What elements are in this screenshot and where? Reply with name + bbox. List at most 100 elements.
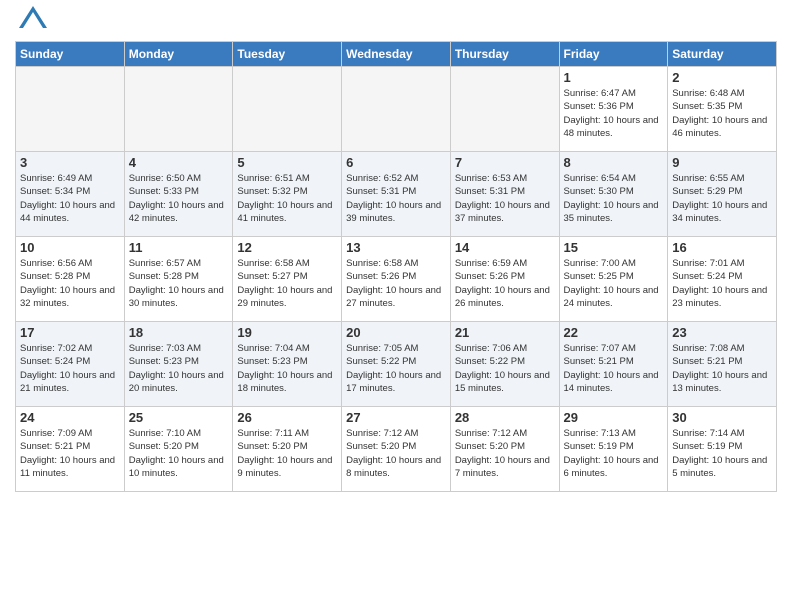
day-cell: 20 Sunrise: 7:05 AMSunset: 5:22 PMDaylig…: [342, 322, 451, 407]
day-number: 1: [564, 70, 664, 85]
day-detail: Sunrise: 7:12 AMSunset: 5:20 PMDaylight:…: [346, 427, 446, 480]
day-cell: 2 Sunrise: 6:48 AMSunset: 5:35 PMDayligh…: [668, 67, 777, 152]
day-number: 23: [672, 325, 772, 340]
day-cell: 29 Sunrise: 7:13 AMSunset: 5:19 PMDaylig…: [559, 407, 668, 492]
day-cell: 13 Sunrise: 6:58 AMSunset: 5:26 PMDaylig…: [342, 237, 451, 322]
day-detail: Sunrise: 6:51 AMSunset: 5:32 PMDaylight:…: [237, 172, 337, 225]
day-cell: 24 Sunrise: 7:09 AMSunset: 5:21 PMDaylig…: [16, 407, 125, 492]
day-cell: 26 Sunrise: 7:11 AMSunset: 5:20 PMDaylig…: [233, 407, 342, 492]
day-detail: Sunrise: 6:47 AMSunset: 5:36 PMDaylight:…: [564, 87, 664, 140]
day-number: 25: [129, 410, 229, 425]
day-number: 11: [129, 240, 229, 255]
day-number: 8: [564, 155, 664, 170]
day-number: 20: [346, 325, 446, 340]
day-cell: [124, 67, 233, 152]
day-detail: Sunrise: 6:50 AMSunset: 5:33 PMDaylight:…: [129, 172, 229, 225]
day-cell: 4 Sunrise: 6:50 AMSunset: 5:33 PMDayligh…: [124, 152, 233, 237]
day-cell: 27 Sunrise: 7:12 AMSunset: 5:20 PMDaylig…: [342, 407, 451, 492]
day-detail: Sunrise: 6:49 AMSunset: 5:34 PMDaylight:…: [20, 172, 120, 225]
day-cell: 22 Sunrise: 7:07 AMSunset: 5:21 PMDaylig…: [559, 322, 668, 407]
day-number: 6: [346, 155, 446, 170]
day-cell: 18 Sunrise: 7:03 AMSunset: 5:23 PMDaylig…: [124, 322, 233, 407]
day-cell: 15 Sunrise: 7:00 AMSunset: 5:25 PMDaylig…: [559, 237, 668, 322]
day-detail: Sunrise: 7:06 AMSunset: 5:22 PMDaylight:…: [455, 342, 555, 395]
day-detail: Sunrise: 7:14 AMSunset: 5:19 PMDaylight:…: [672, 427, 772, 480]
day-detail: Sunrise: 6:58 AMSunset: 5:26 PMDaylight:…: [346, 257, 446, 310]
day-cell: 21 Sunrise: 7:06 AMSunset: 5:22 PMDaylig…: [450, 322, 559, 407]
day-number: 7: [455, 155, 555, 170]
week-row-2: 3 Sunrise: 6:49 AMSunset: 5:34 PMDayligh…: [16, 152, 777, 237]
day-detail: Sunrise: 7:13 AMSunset: 5:19 PMDaylight:…: [564, 427, 664, 480]
day-detail: Sunrise: 6:59 AMSunset: 5:26 PMDaylight:…: [455, 257, 555, 310]
day-detail: Sunrise: 6:54 AMSunset: 5:30 PMDaylight:…: [564, 172, 664, 225]
day-number: 29: [564, 410, 664, 425]
day-cell: 3 Sunrise: 6:49 AMSunset: 5:34 PMDayligh…: [16, 152, 125, 237]
col-header-tuesday: Tuesday: [233, 42, 342, 67]
col-header-thursday: Thursday: [450, 42, 559, 67]
day-detail: Sunrise: 7:01 AMSunset: 5:24 PMDaylight:…: [672, 257, 772, 310]
day-detail: Sunrise: 7:09 AMSunset: 5:21 PMDaylight:…: [20, 427, 120, 480]
day-cell: 11 Sunrise: 6:57 AMSunset: 5:28 PMDaylig…: [124, 237, 233, 322]
day-detail: Sunrise: 7:03 AMSunset: 5:23 PMDaylight:…: [129, 342, 229, 395]
col-header-monday: Monday: [124, 42, 233, 67]
day-number: 3: [20, 155, 120, 170]
day-detail: Sunrise: 7:04 AMSunset: 5:23 PMDaylight:…: [237, 342, 337, 395]
day-number: 27: [346, 410, 446, 425]
col-header-sunday: Sunday: [16, 42, 125, 67]
day-cell: 7 Sunrise: 6:53 AMSunset: 5:31 PMDayligh…: [450, 152, 559, 237]
day-detail: Sunrise: 7:00 AMSunset: 5:25 PMDaylight:…: [564, 257, 664, 310]
day-number: 13: [346, 240, 446, 255]
day-number: 16: [672, 240, 772, 255]
day-cell: [342, 67, 451, 152]
calendar-table: SundayMondayTuesdayWednesdayThursdayFrid…: [15, 41, 777, 492]
day-cell: 10 Sunrise: 6:56 AMSunset: 5:28 PMDaylig…: [16, 237, 125, 322]
day-cell: 8 Sunrise: 6:54 AMSunset: 5:30 PMDayligh…: [559, 152, 668, 237]
day-cell: [450, 67, 559, 152]
day-detail: Sunrise: 7:02 AMSunset: 5:24 PMDaylight:…: [20, 342, 120, 395]
day-cell: 28 Sunrise: 7:12 AMSunset: 5:20 PMDaylig…: [450, 407, 559, 492]
day-cell: 9 Sunrise: 6:55 AMSunset: 5:29 PMDayligh…: [668, 152, 777, 237]
day-detail: Sunrise: 7:07 AMSunset: 5:21 PMDaylight:…: [564, 342, 664, 395]
day-number: 21: [455, 325, 555, 340]
day-number: 18: [129, 325, 229, 340]
header: [15, 10, 777, 33]
day-cell: 12 Sunrise: 6:58 AMSunset: 5:27 PMDaylig…: [233, 237, 342, 322]
col-header-saturday: Saturday: [668, 42, 777, 67]
day-cell: 1 Sunrise: 6:47 AMSunset: 5:36 PMDayligh…: [559, 67, 668, 152]
day-cell: 30 Sunrise: 7:14 AMSunset: 5:19 PMDaylig…: [668, 407, 777, 492]
day-cell: 5 Sunrise: 6:51 AMSunset: 5:32 PMDayligh…: [233, 152, 342, 237]
day-detail: Sunrise: 7:08 AMSunset: 5:21 PMDaylight:…: [672, 342, 772, 395]
day-number: 17: [20, 325, 120, 340]
day-number: 24: [20, 410, 120, 425]
day-number: 9: [672, 155, 772, 170]
day-number: 30: [672, 410, 772, 425]
day-detail: Sunrise: 7:11 AMSunset: 5:20 PMDaylight:…: [237, 427, 337, 480]
day-number: 22: [564, 325, 664, 340]
day-cell: 17 Sunrise: 7:02 AMSunset: 5:24 PMDaylig…: [16, 322, 125, 407]
day-cell: [233, 67, 342, 152]
week-row-5: 24 Sunrise: 7:09 AMSunset: 5:21 PMDaylig…: [16, 407, 777, 492]
day-number: 2: [672, 70, 772, 85]
day-cell: 19 Sunrise: 7:04 AMSunset: 5:23 PMDaylig…: [233, 322, 342, 407]
day-number: 28: [455, 410, 555, 425]
col-header-friday: Friday: [559, 42, 668, 67]
col-header-wednesday: Wednesday: [342, 42, 451, 67]
day-detail: Sunrise: 6:52 AMSunset: 5:31 PMDaylight:…: [346, 172, 446, 225]
day-number: 10: [20, 240, 120, 255]
day-cell: 14 Sunrise: 6:59 AMSunset: 5:26 PMDaylig…: [450, 237, 559, 322]
day-number: 26: [237, 410, 337, 425]
day-number: 4: [129, 155, 229, 170]
day-detail: Sunrise: 6:53 AMSunset: 5:31 PMDaylight:…: [455, 172, 555, 225]
day-number: 5: [237, 155, 337, 170]
day-detail: Sunrise: 7:05 AMSunset: 5:22 PMDaylight:…: [346, 342, 446, 395]
day-number: 14: [455, 240, 555, 255]
week-row-4: 17 Sunrise: 7:02 AMSunset: 5:24 PMDaylig…: [16, 322, 777, 407]
day-detail: Sunrise: 7:10 AMSunset: 5:20 PMDaylight:…: [129, 427, 229, 480]
day-cell: 6 Sunrise: 6:52 AMSunset: 5:31 PMDayligh…: [342, 152, 451, 237]
page-container: SundayMondayTuesdayWednesdayThursdayFrid…: [0, 0, 792, 502]
week-row-1: 1 Sunrise: 6:47 AMSunset: 5:36 PMDayligh…: [16, 67, 777, 152]
day-detail: Sunrise: 6:48 AMSunset: 5:35 PMDaylight:…: [672, 87, 772, 140]
day-detail: Sunrise: 6:56 AMSunset: 5:28 PMDaylight:…: [20, 257, 120, 310]
day-cell: [16, 67, 125, 152]
day-detail: Sunrise: 6:58 AMSunset: 5:27 PMDaylight:…: [237, 257, 337, 310]
